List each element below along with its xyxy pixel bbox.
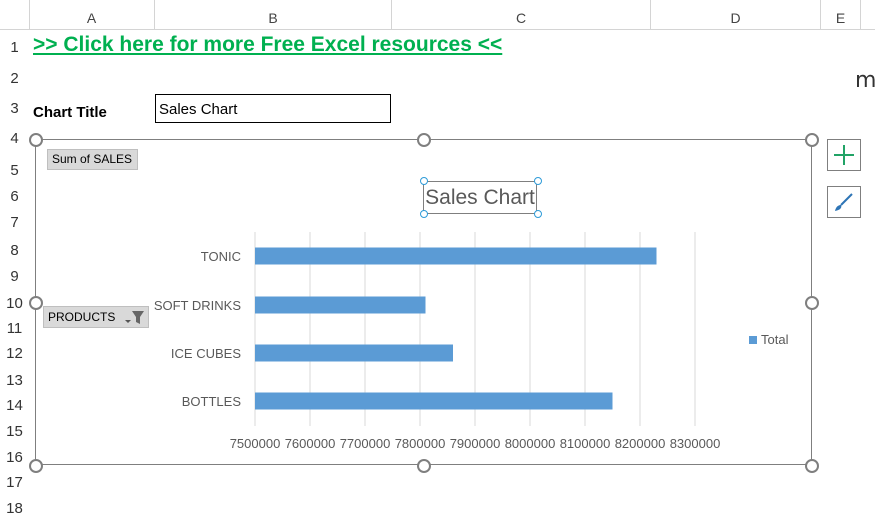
brush-icon (835, 193, 853, 211)
x-tick-label: 8100000 (560, 436, 611, 451)
plus-icon (834, 145, 854, 165)
chart-elements-button[interactable] (827, 139, 861, 171)
bar-soft-drinks[interactable] (255, 296, 426, 314)
category-label: ICE CUBES (171, 346, 241, 361)
x-tick-label: 7600000 (285, 436, 336, 451)
bar-plot-area: 7500000 7600000 7700000 7800000 7900000 80000… (154, 232, 721, 451)
bar-tonic[interactable] (255, 247, 657, 265)
x-tick-label: 7900000 (450, 436, 501, 451)
x-tick-label: 8000000 (505, 436, 556, 451)
x-tick-label: 7500000 (230, 436, 281, 451)
x-tick-label: 7700000 (340, 436, 391, 451)
category-label: TONIC (201, 249, 241, 264)
legend-swatch (749, 336, 757, 344)
x-tick-label: 8200000 (615, 436, 666, 451)
category-label: SOFT DRINKS (154, 298, 241, 313)
x-tick-label: 8300000 (670, 436, 721, 451)
bar-ice-cubes[interactable] (255, 344, 453, 362)
category-label: BOTTLES (182, 394, 242, 409)
chart-styles-button[interactable] (827, 186, 861, 218)
bar-bottles[interactable] (255, 392, 613, 410)
x-tick-label: 7800000 (395, 436, 446, 451)
legend-label: Total (761, 332, 789, 347)
